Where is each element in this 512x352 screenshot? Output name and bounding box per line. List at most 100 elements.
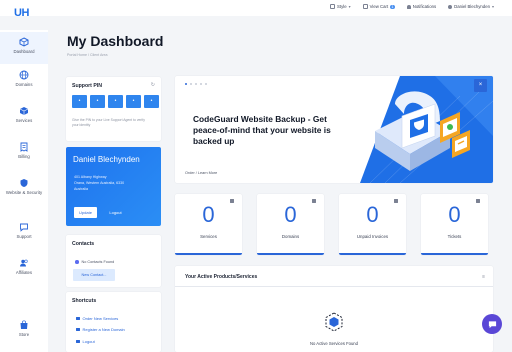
- stat-value: 0: [202, 202, 215, 227]
- live-chat-button[interactable]: [482, 314, 502, 334]
- sidebar-item-label: Billing: [18, 154, 30, 159]
- banner-title: CodeGuard Website Backup - Get peace-of-…: [193, 114, 331, 146]
- sidebar: Dashboard Domains Services Billing Websi…: [0, 30, 48, 352]
- user-name: Daniel Blechynden: [73, 155, 140, 164]
- stat-tickets[interactable]: 0 Tickets: [421, 194, 488, 255]
- carousel-dot[interactable]: [195, 83, 197, 85]
- sidebar-item-services[interactable]: Services: [0, 106, 48, 124]
- sidebar-item-label: Affiliates: [15, 270, 33, 275]
- support-pin-title: Support PIN: [72, 83, 102, 89]
- user-menu-label: Daniel Blechynden: [454, 4, 490, 9]
- shortcuts-card: Shortcuts Order New Services Register a …: [66, 292, 161, 352]
- receipt-icon: [20, 142, 28, 152]
- contact-icon: [75, 260, 79, 264]
- store-icon: [20, 320, 28, 329]
- new-contact-button[interactable]: New Contact...: [73, 269, 115, 281]
- stat-unpaid-invoices[interactable]: 0 Unpaid Invoices: [339, 194, 406, 255]
- support-pin-help: Give the PIN to your Live Support Agent …: [72, 118, 145, 127]
- sidebar-item-dashboard[interactable]: Dashboard: [0, 32, 48, 64]
- support-pin-card: Support PIN ↻ • • • • • Give the PIN to …: [66, 77, 161, 141]
- style-icon: [330, 4, 336, 9]
- top-links: Style ▾ View Cart 1 Notifications Daniel…: [330, 4, 494, 9]
- update-button[interactable]: Update: [74, 207, 97, 218]
- shortcut-label: Logout: [82, 339, 95, 344]
- no-services-message: No Active Services Found: [310, 341, 358, 346]
- breadcrumb[interactable]: Portal Home / Client Area: [67, 53, 108, 57]
- logout-button[interactable]: Logout: [104, 207, 127, 218]
- notifications-label: Notifications: [412, 4, 437, 9]
- products-title: Your Active Products/Services: [185, 274, 258, 280]
- sidebar-item-label: Domains: [15, 82, 33, 87]
- stat-accent-bar: [175, 253, 242, 255]
- stat-label: Unpaid Invoices: [356, 234, 389, 239]
- view-cart-label: View Cart: [369, 4, 389, 9]
- stat-accent-bar: [421, 253, 488, 255]
- sidebar-item-label: Store: [18, 332, 30, 337]
- stat-services[interactable]: 0 Services: [175, 194, 242, 255]
- cart-icon: [76, 316, 80, 321]
- stat-domains[interactable]: 0 Domains: [257, 194, 324, 255]
- promo-banner: CodeGuard Website Backup - Get peace-of-…: [175, 76, 493, 183]
- pin-digit: •: [144, 95, 159, 108]
- stat-label: Tickets: [447, 234, 462, 239]
- logout-icon: [76, 339, 80, 344]
- stat-label: Services: [200, 234, 217, 239]
- globe-icon: [76, 327, 80, 332]
- stat-value: 0: [284, 202, 297, 227]
- sidebar-item-store[interactable]: Store: [0, 320, 48, 338]
- pin-digit: •: [90, 95, 105, 108]
- pin-digits: • • • • •: [72, 95, 159, 108]
- shield-icon: [20, 179, 28, 187]
- chat-icon: [20, 223, 28, 232]
- address-line: Australia: [74, 187, 88, 191]
- stat-value: 0: [366, 202, 379, 227]
- style-label: Style: [337, 4, 347, 9]
- user-icon: [448, 4, 453, 9]
- users-icon: [20, 259, 28, 267]
- banner-order-link[interactable]: Order / Learn More: [185, 171, 217, 175]
- sidebar-item-support[interactable]: Support: [0, 222, 48, 240]
- user-menu[interactable]: Daniel Blechynden ▾: [448, 4, 494, 9]
- page-title: My Dashboard: [67, 33, 164, 49]
- bell-icon: [406, 4, 411, 9]
- carousel-dot[interactable]: [185, 83, 187, 85]
- shortcut-order-services[interactable]: Order New Services: [76, 316, 118, 321]
- sidebar-item-affiliates[interactable]: Affiliates: [0, 258, 48, 276]
- cube-icon: [19, 107, 29, 115]
- shortcuts-title: Shortcuts: [72, 298, 97, 304]
- divider: [175, 286, 493, 287]
- sidebar-item-domains[interactable]: Domains: [0, 70, 48, 88]
- chat-bubble-icon: [488, 320, 496, 328]
- shortcut-logout[interactable]: Logout: [76, 339, 95, 344]
- cart-count-badge: 1: [390, 4, 395, 9]
- carousel-dots: [185, 83, 207, 85]
- stat-value: 0: [448, 202, 461, 227]
- notifications-link[interactable]: Notifications: [406, 4, 437, 9]
- pin-digit: •: [108, 95, 123, 108]
- carousel-dot[interactable]: [205, 83, 207, 85]
- shortcut-register-domain[interactable]: Register a New Domain: [76, 327, 125, 332]
- stat-label: Domains: [281, 234, 300, 239]
- view-cart-link[interactable]: View Cart 1: [362, 4, 395, 9]
- close-icon[interactable]: ×: [474, 79, 487, 92]
- cube-icon: [325, 312, 343, 332]
- user-address: 401 Albany Highway Orana, Western Austra…: [74, 174, 124, 192]
- sidebar-item-billing[interactable]: Billing: [0, 142, 48, 160]
- active-products-card: Your Active Products/Services ≡ No Activ…: [175, 266, 493, 352]
- dashboard-icon: [19, 37, 29, 47]
- contacts-title: Contacts: [72, 241, 95, 247]
- carousel-dot[interactable]: [200, 83, 202, 85]
- sidebar-item-website-security[interactable]: Website & Security: [0, 178, 48, 196]
- no-contacts-text: No Contacts Found: [81, 260, 115, 264]
- refresh-icon[interactable]: ↻: [151, 82, 155, 88]
- brand-logo[interactable]: UH: [14, 7, 29, 19]
- pin-digit: •: [72, 95, 87, 108]
- top-bar: UH Style ▾ View Cart 1 Notifications Dan…: [0, 0, 512, 19]
- no-contacts-message: No Contacts Found: [75, 260, 114, 264]
- more-icon[interactable]: ≡: [482, 274, 485, 280]
- style-menu[interactable]: Style ▾: [330, 4, 351, 9]
- stat-accent-bar: [257, 253, 324, 255]
- shortcut-label: Order New Services: [82, 316, 119, 321]
- carousel-dot[interactable]: [190, 83, 192, 85]
- sidebar-item-label: Website & Security: [5, 190, 43, 195]
